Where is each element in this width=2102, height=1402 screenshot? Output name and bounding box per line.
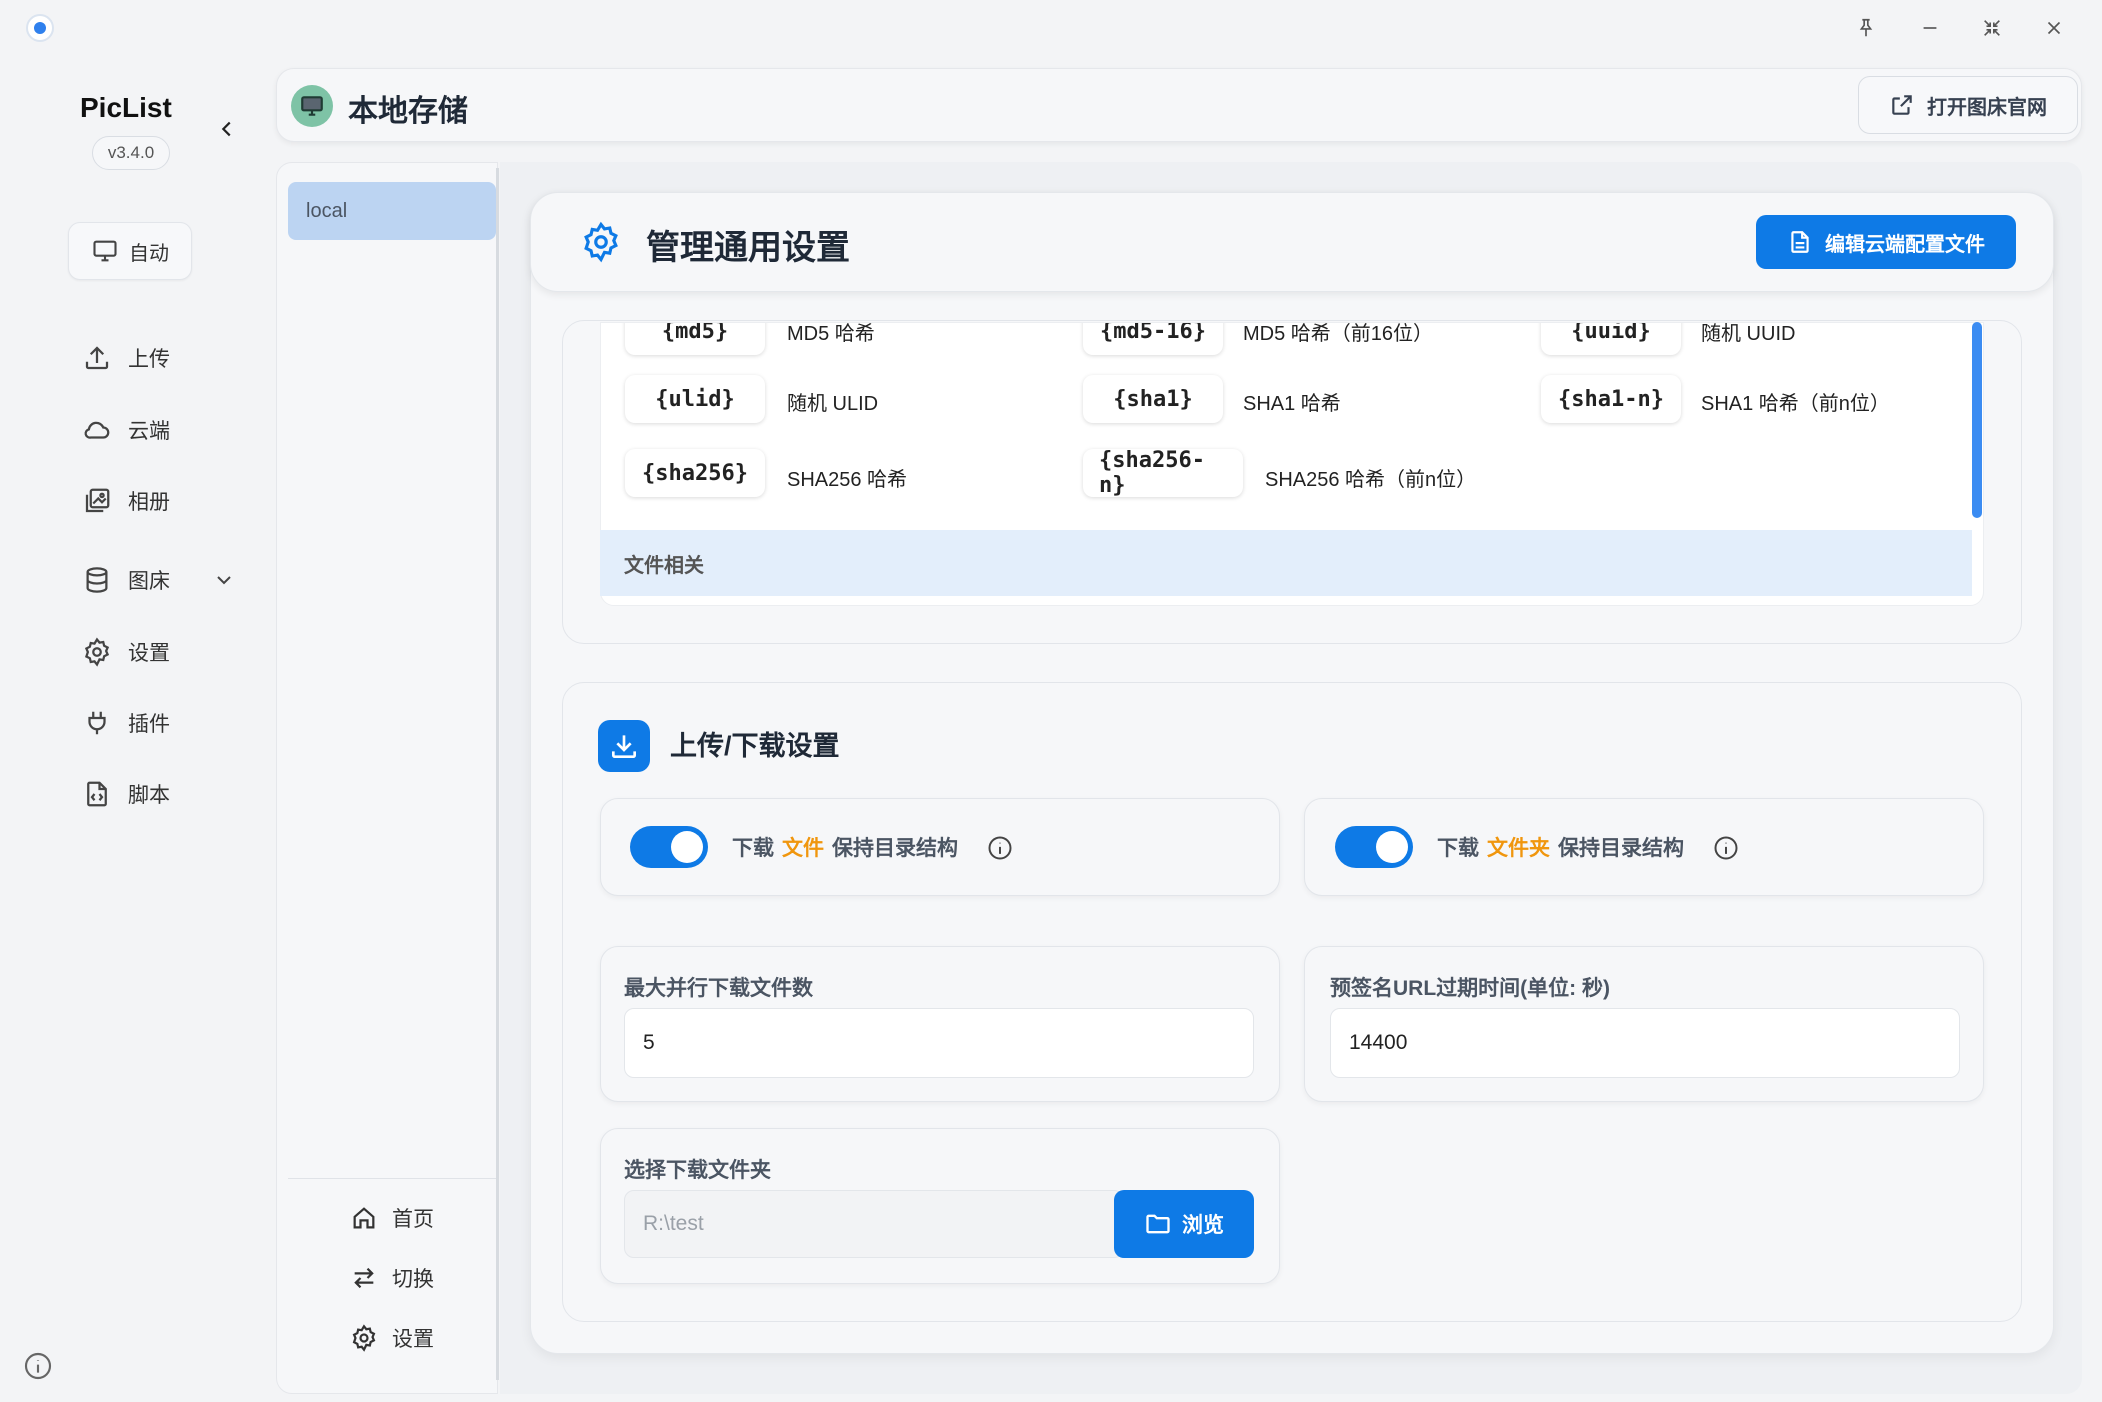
sidebar-item-label: 图床 <box>128 570 170 593</box>
upload-download-title: 上传/下载设置 <box>670 731 840 761</box>
divider <box>288 1178 496 1179</box>
panel-divider[interactable] <box>496 168 499 1380</box>
home-icon <box>353 1207 375 1229</box>
list-bottom-label: 设置 <box>392 1328 434 1351</box>
max-parallel-label: 最大并行下载文件数 <box>624 977 813 1000</box>
restore-icon[interactable] <box>1972 10 2012 46</box>
toggle-label: 下载 文件 保持目录结构 <box>732 837 958 860</box>
variable-desc: SHA1 哈希 <box>1243 393 1341 415</box>
page-header <box>276 68 2082 142</box>
sidebar-item-label: 插件 <box>128 713 170 736</box>
list-bottom-label: 切换 <box>392 1268 434 1291</box>
pin-icon[interactable] <box>1846 10 1886 46</box>
folder-icon <box>1146 1214 1170 1234</box>
gear-icon <box>580 221 622 263</box>
open-site-button[interactable]: 打开图床官网 <box>1858 76 2078 134</box>
switch-icon <box>354 1267 374 1289</box>
presign-label: 预签名URL过期时间(单位: 秒) <box>1330 977 1610 1000</box>
sidebar-item-label: 云端 <box>128 420 170 443</box>
info-icon[interactable] <box>1712 834 1740 862</box>
variable-chip[interactable]: {sha256} <box>625 449 765 497</box>
sidebar-item-label: 设置 <box>128 642 170 665</box>
script-icon <box>87 781 107 807</box>
download-folder-label: 选择下载文件夹 <box>624 1159 771 1182</box>
variable-chip[interactable]: {ulid} <box>625 375 765 423</box>
sidebar-item-gallery[interactable]: 相册 <box>82 479 252 523</box>
local-storage-icon <box>291 85 333 127</box>
variable-desc: MD5 哈希 <box>787 323 875 345</box>
toggle-label: 下载 文件夹 保持目录结构 <box>1437 837 1684 860</box>
gear-icon <box>352 1324 376 1352</box>
plug-icon <box>88 711 106 735</box>
variable-chip[interactable]: {sha1-n} <box>1541 375 1681 423</box>
upload-icon <box>85 346 109 370</box>
sidebar-item-plugins[interactable]: 插件 <box>82 701 252 745</box>
max-parallel-input[interactable]: 5 <box>624 1008 1254 1078</box>
auto-label: 自动 <box>129 242 169 265</box>
app-name: PicList <box>80 92 172 123</box>
version-badge: v3.4.0 <box>92 136 170 170</box>
variable-chip[interactable]: {uuid} <box>1541 323 1681 355</box>
sidebar-item-upload[interactable]: 上传 <box>82 336 252 380</box>
info-icon[interactable] <box>986 834 1014 862</box>
document-icon <box>1791 231 1809 253</box>
browse-button[interactable]: 浏览 <box>1114 1190 1254 1258</box>
variable-chip[interactable]: {md5-16} <box>1083 323 1223 355</box>
collapse-sidebar-button[interactable] <box>212 114 242 144</box>
sidebar-item-label: 相册 <box>128 491 170 514</box>
cloud-icon <box>84 421 110 439</box>
variable-chip[interactable]: {md5} <box>625 323 765 355</box>
variable-chip[interactable]: {sha1} <box>1083 375 1223 423</box>
auto-mode-button[interactable]: 自动 <box>68 222 192 280</box>
variable-desc: 随机 UUID <box>1701 323 1796 345</box>
download-icon <box>598 720 650 772</box>
edit-cloud-config-button[interactable]: 编辑云端配置文件 <box>1756 215 2016 269</box>
list-settings-button[interactable]: 设置 <box>350 1318 434 1358</box>
keep-dir-folder-toggle[interactable] <box>1335 826 1413 868</box>
group-row-file: 文件相关 <box>600 530 1972 596</box>
external-link-icon <box>1892 95 1912 115</box>
variable-desc: 随机 ULID <box>787 393 879 415</box>
config-item-local[interactable]: local <box>288 182 496 240</box>
sidebar-item-label: 上传 <box>128 348 170 371</box>
title-bar <box>0 0 2102 56</box>
close-icon[interactable] <box>2034 10 2074 46</box>
sidebar-item-cloud[interactable]: 云端 <box>82 408 252 452</box>
gallery-icon <box>85 488 110 513</box>
list-home-button[interactable]: 首页 <box>350 1198 434 1238</box>
list-bottom-label: 首页 <box>392 1208 434 1231</box>
browse-label: 浏览 <box>1182 1214 1224 1237</box>
variable-desc: SHA1 哈希（前n位） <box>1701 393 1890 415</box>
gear-icon <box>84 637 110 667</box>
sidebar-item-label: 脚本 <box>128 784 170 807</box>
download-folder-input[interactable]: R:\test <box>624 1190 1124 1258</box>
presign-input[interactable]: 14400 <box>1330 1008 1960 1078</box>
variable-desc: SHA256 哈希 <box>787 469 908 491</box>
minimize-icon[interactable] <box>1910 10 1950 46</box>
open-site-label: 打开图床官网 <box>1927 96 2047 119</box>
keep-dir-file-toggle[interactable] <box>630 826 708 868</box>
info-icon[interactable] <box>22 1350 54 1382</box>
sidebar-item-scripts[interactable]: 脚本 <box>82 772 252 816</box>
edit-cloud-label: 编辑云端配置文件 <box>1825 233 1985 256</box>
list-switch-button[interactable]: 切换 <box>350 1258 434 1298</box>
sidebar-item-settings[interactable]: 设置 <box>82 630 252 674</box>
database-icon <box>86 567 108 593</box>
monitor-icon <box>93 240 117 262</box>
app-logo-icon <box>26 14 54 42</box>
chevron-down-icon[interactable] <box>212 568 236 592</box>
variable-desc: SHA256 哈希（前n位） <box>1265 469 1477 491</box>
scrollbar[interactable] <box>1972 322 1982 518</box>
page-title: 本地存储 <box>348 95 468 128</box>
settings-title: 管理通用设置 <box>646 229 850 267</box>
variable-chip[interactable]: {sha256-n} <box>1083 448 1243 498</box>
variable-desc: MD5 哈希（前16位） <box>1243 323 1434 345</box>
